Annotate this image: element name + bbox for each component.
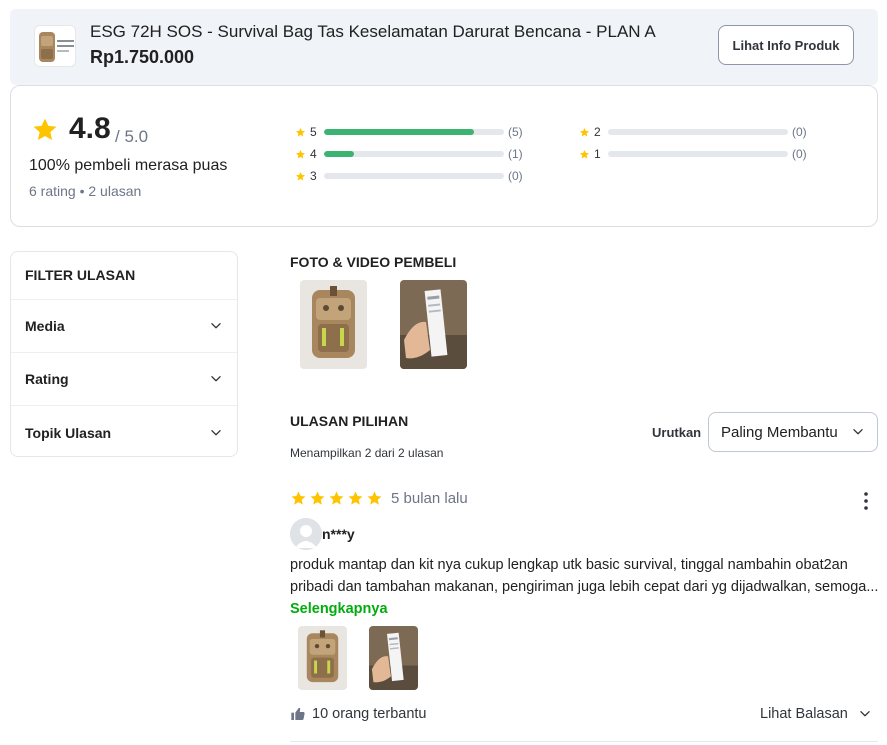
rating-bar-stars: 2 (594, 125, 601, 139)
read-more-link[interactable]: Selengkapnya (290, 601, 388, 617)
rating-bar-count: (1) (508, 147, 523, 161)
rating-max: / 5.0 (115, 127, 149, 146)
filter-item-label: Media (25, 318, 65, 334)
star-icon (309, 490, 326, 507)
product-title[interactable]: ESG 72H SOS - Survival Bag Tas Keselamat… (90, 22, 656, 42)
rating-bar-5[interactable]: 5 (5) (295, 124, 538, 140)
buyer-media-photo[interactable] (400, 280, 467, 369)
rating-counts: 6 rating • 2 ulasan (29, 183, 142, 199)
review-time: 5 bulan lalu (391, 490, 468, 507)
product-header: ESG 72H SOS - Survival Bag Tas Keselamat… (10, 9, 878, 85)
backpack-photo (298, 626, 347, 690)
rating-bar-track (608, 151, 788, 157)
filter-media[interactable]: Media (11, 300, 237, 353)
filter-title: FILTER ULASAN (11, 252, 237, 300)
star-icon (579, 127, 590, 138)
star-icon (295, 171, 306, 182)
chevron-down-icon (858, 707, 872, 721)
star-icon (328, 490, 345, 507)
rating-bar-count: (0) (792, 125, 807, 139)
sort-label: Urutkan (652, 425, 702, 440)
chevron-down-icon (851, 425, 865, 439)
star-icon (295, 127, 306, 138)
featured-reviews-title: ULASAN PILIHAN (290, 413, 409, 429)
helpful-button[interactable]: 10 orang terbantu (290, 706, 426, 722)
sort-dropdown[interactable]: Paling Membantu (708, 412, 878, 452)
rating-bar-fill (324, 129, 474, 135)
product-price: Rp1.750.000 (90, 47, 195, 67)
rating-bar-track (608, 129, 788, 135)
manual-photo (369, 626, 418, 690)
review-photo[interactable] (298, 626, 347, 690)
rating-bar-track (324, 129, 504, 135)
thumbs-up-icon (291, 707, 305, 720)
avatar (290, 518, 322, 550)
rating-bar-2[interactable]: 2 (0) (579, 124, 822, 140)
filter-topic[interactable]: Topik Ulasan (11, 406, 237, 459)
view-replies-label: Lihat Balasan (760, 706, 848, 722)
average-rating: 4.8 (69, 112, 111, 145)
manual-photo (400, 280, 467, 369)
filter-rating[interactable]: Rating (11, 353, 237, 406)
star-icon (290, 490, 307, 507)
star-icon (347, 490, 364, 507)
rating-bar-stars: 1 (594, 147, 601, 161)
reviewer-name: n***y (322, 526, 355, 542)
backpack-photo (300, 280, 367, 369)
review-photo[interactable] (369, 626, 418, 690)
review-rating: 5 bulan lalu (290, 490, 468, 507)
more-options-icon[interactable] (860, 491, 872, 511)
user-avatar-icon (290, 518, 322, 550)
chevron-down-icon (209, 319, 223, 333)
divider (290, 741, 878, 742)
view-product-info-button[interactable]: Lihat Info Produk (718, 25, 854, 65)
rating-bar-track (324, 173, 504, 179)
chevron-down-icon (209, 372, 223, 386)
review-body: produk mantap dan kit nya cukup lengkap … (290, 557, 879, 595)
star-icon (579, 149, 590, 160)
filter-item-label: Rating (25, 371, 69, 387)
rating-bar-4[interactable]: 4 (1) (295, 146, 538, 162)
rating-summary: 4.8 / 5.0 100% pembeli merasa puas 6 rat… (10, 85, 878, 227)
rating-bar-count: (0) (792, 147, 807, 161)
review-count-text: Menampilkan 2 dari 2 ulasan (290, 446, 444, 460)
filter-item-label: Topik Ulasan (25, 424, 112, 441)
rating-bar-1[interactable]: 1 (0) (579, 146, 822, 162)
rating-bar-stars: 4 (310, 147, 317, 161)
rating-bar-stars: 5 (310, 125, 317, 139)
product-thumbnail[interactable] (34, 25, 76, 67)
review-text: produk mantap dan kit nya cukup lengkap … (290, 554, 880, 620)
rating-bar-3[interactable]: 3 (0) (295, 168, 538, 184)
sort-value: Paling Membantu (721, 423, 838, 441)
buyer-media-title: FOTO & VIDEO PEMBELI (290, 254, 457, 270)
review-filter-panel: FILTER ULASAN Media Rating Topik Ulasan (10, 251, 238, 457)
rating-bar-track (324, 151, 504, 157)
rating-bar-stars: 3 (310, 169, 317, 183)
rating-bar-fill (324, 151, 355, 157)
rating-bar-count: (5) (508, 125, 523, 139)
rating-bar-count: (0) (508, 169, 523, 183)
chevron-down-icon (209, 426, 223, 440)
helpful-count: 10 orang terbantu (312, 706, 427, 722)
star-icon (366, 490, 383, 507)
satisfaction-text: 100% pembeli merasa puas (29, 157, 228, 174)
star-icon (31, 116, 59, 144)
star-icon (295, 149, 306, 160)
buyer-media-photo[interactable] (300, 280, 367, 369)
view-replies-button[interactable]: Lihat Balasan (760, 706, 872, 722)
backpack-icon (35, 26, 75, 66)
